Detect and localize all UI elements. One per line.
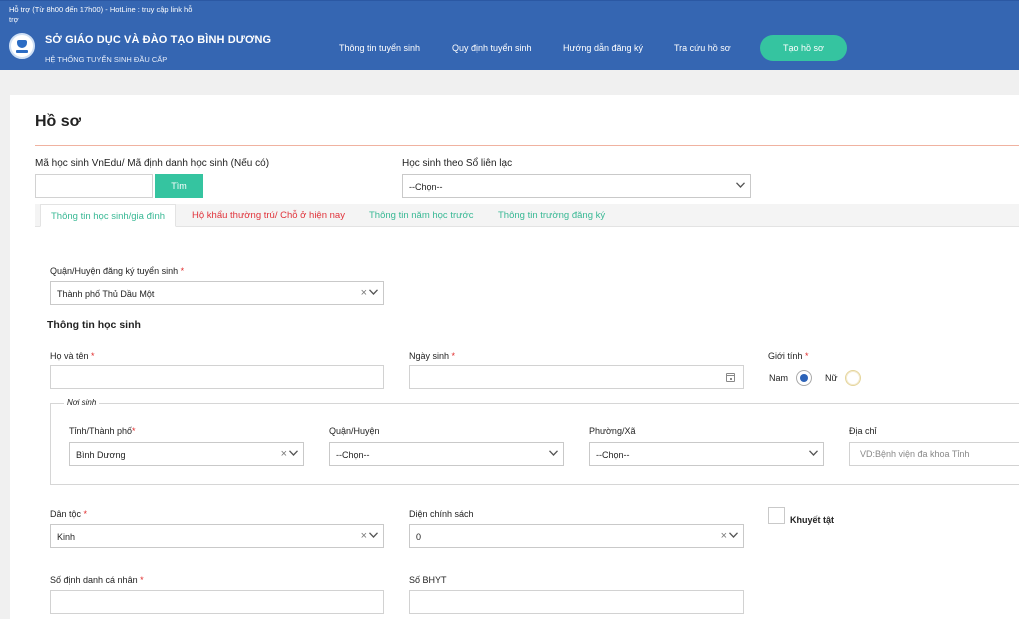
ethnicity-select[interactable]: Kinh × — [50, 524, 384, 548]
calendar-icon[interactable] — [726, 373, 735, 382]
gender-female-radio[interactable] — [845, 370, 861, 386]
gender-label: Giới tính * — [768, 351, 809, 361]
tab-household-residence[interactable]: Hộ khẩu thường trú/ Chỗ ở hiện nay — [192, 204, 345, 227]
address-input[interactable]: VD:Bệnh viện đa khoa Tỉnh — [849, 442, 1019, 466]
fullname-input[interactable] — [50, 365, 384, 389]
create-profile-button[interactable]: Tạo hồ sơ — [760, 35, 847, 61]
birth-district-label: Quận/Huyện — [329, 426, 380, 436]
health-insurance-label: Số BHYT — [409, 575, 447, 585]
district-select[interactable]: Thành phố Thủ Dầu Một × — [50, 281, 384, 305]
gender-male-label: Nam — [769, 373, 789, 383]
top-header: Hỗ trợ (Từ 8h00 đến 17h00) - HotLine : t… — [0, 0, 1019, 70]
chevron-down-icon — [289, 450, 298, 456]
tab-registered-school[interactable]: Thông tin trường đăng ký — [498, 204, 605, 227]
clear-icon[interactable]: × — [721, 525, 727, 547]
contact-book-label: Học sinh theo Sổ liên lạc — [402, 158, 513, 169]
chevron-down-icon — [369, 289, 378, 295]
birth-district-select[interactable]: --Chọn-- — [329, 442, 564, 466]
nav-lookup-profile[interactable]: Tra cứu hồ sơ — [674, 43, 731, 53]
student-info-heading: Thông tin học sinh — [47, 319, 141, 331]
student-code-input[interactable] — [35, 174, 153, 198]
province-select[interactable]: Bình Dương × — [69, 442, 304, 466]
address-label: Địa chỉ — [849, 426, 877, 436]
tab-student-family[interactable]: Thông tin học sinh/gia đình — [40, 204, 177, 227]
support-hotline-text[interactable]: Hỗ trợ (Từ 8h00 đến 17h00) - HotLine : t… — [9, 5, 199, 25]
student-code-label: Mã học sinh VnEdu/ Mã định danh học sinh… — [35, 158, 270, 169]
province-label: Tỉnh/Thành phố* — [69, 426, 136, 436]
gender-male-radio[interactable] — [796, 370, 812, 386]
page-title: Hồ sơ — [35, 113, 82, 130]
chevron-down-icon — [549, 450, 558, 456]
dob-input[interactable] — [409, 365, 744, 389]
title-divider — [35, 145, 1019, 146]
gender-female-label: Nữ — [825, 373, 838, 383]
chevron-down-icon — [369, 532, 378, 538]
clear-icon[interactable]: × — [361, 525, 367, 547]
policy-label: Diện chính sách — [409, 509, 474, 519]
search-button[interactable]: Tìm — [155, 174, 203, 198]
ward-select[interactable]: --Chọn-- — [589, 442, 824, 466]
fullname-label: Họ và tên * — [50, 351, 95, 361]
logo-icon[interactable] — [9, 33, 35, 59]
personal-id-input[interactable] — [50, 590, 384, 614]
birthplace-legend: Nơi sinh — [64, 398, 100, 407]
disability-checkbox[interactable] — [768, 507, 785, 524]
nav-registration-guide[interactable]: Hướng dẫn đăng ký — [563, 43, 643, 53]
personal-id-label: Số định danh cá nhân * — [50, 575, 144, 585]
chevron-down-icon — [729, 532, 738, 538]
chevron-down-icon — [736, 182, 745, 188]
chevron-down-icon — [809, 450, 818, 456]
district-label: Quận/Huyện đăng ký tuyển sinh * — [50, 266, 185, 276]
dob-label: Ngày sinh * — [409, 351, 456, 361]
contact-book-select[interactable]: --Chọn-- — [402, 174, 751, 198]
org-name: SỞ GIÁO DỤC VÀ ĐÀO TẠO BÌNH DƯƠNG — [45, 34, 272, 46]
policy-select[interactable]: 0 × — [409, 524, 744, 548]
tab-previous-year[interactable]: Thông tin năm học trước — [369, 204, 473, 227]
health-insurance-input[interactable] — [409, 590, 744, 614]
profile-card: Hồ sơ Mã học sinh VnEdu/ Mã định danh họ… — [10, 95, 1019, 619]
ward-label: Phường/Xã — [589, 426, 636, 436]
org-subtitle: HỆ THỐNG TUYỂN SINH ĐẦU CẤP — [45, 55, 168, 64]
form-tabs: Thông tin học sinh/gia đình Hộ khẩu thườ… — [35, 204, 1019, 227]
clear-icon[interactable]: × — [281, 443, 287, 465]
nav-admission-rules[interactable]: Quy định tuyển sinh — [452, 43, 532, 53]
nav-admission-info[interactable]: Thông tin tuyển sinh — [339, 43, 420, 53]
disability-label: Khuyết tật — [790, 515, 835, 525]
clear-icon[interactable]: × — [361, 282, 367, 304]
ethnicity-label: Dân tộc * — [50, 509, 88, 519]
